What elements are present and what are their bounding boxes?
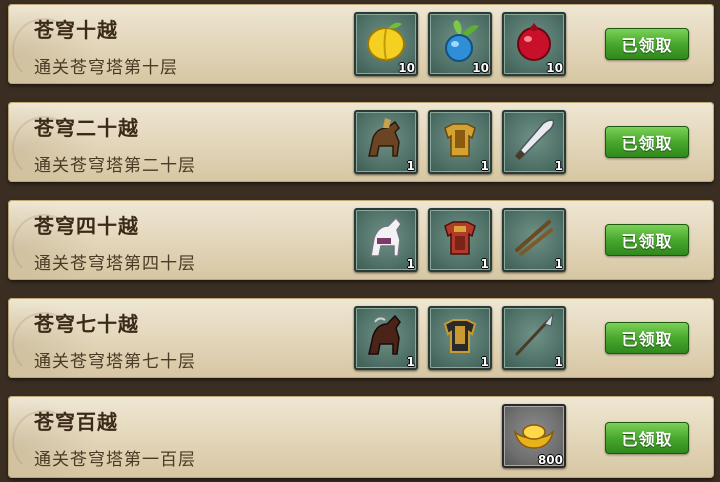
reward-item-crossed-sticks[interactable]: 1 — [502, 208, 566, 272]
item-quantity: 1 — [406, 257, 415, 271]
item-quantity: 1 — [406, 355, 415, 369]
claimed-button[interactable]: 已领取 — [605, 422, 689, 454]
reward-row: 苍穹百越 通关苍穹塔第一百层 800 已领取 — [8, 396, 714, 478]
reward-item-gold-armor[interactable]: 1 — [428, 110, 492, 174]
item-quantity: 1 — [406, 159, 415, 173]
tower-reward-list: 苍穹十越 通关苍穹塔第十层 10 10 10 已领取 苍穹二十越 通关苍穹塔第二… — [0, 0, 720, 482]
item-quantity: 1 — [480, 355, 489, 369]
claimed-button[interactable]: 已领取 — [605, 224, 689, 256]
claimed-button[interactable]: 已领取 — [605, 322, 689, 354]
reward-description: 通关苍穹塔第七十层 — [34, 352, 196, 372]
reward-item-warhorse[interactable]: 1 — [354, 110, 418, 174]
reward-item-white-horse[interactable]: 1 — [354, 208, 418, 272]
reward-item-gold-ingot[interactable]: 800 — [502, 404, 566, 468]
reward-description: 通关苍穹塔第四十层 — [34, 254, 196, 274]
reward-title: 苍穹四十越 — [34, 214, 139, 238]
item-quantity: 800 — [537, 453, 563, 467]
reward-row: 苍穹四十越 通关苍穹塔第四十层 1 1 1 已领取 — [8, 200, 714, 280]
item-quantity: 1 — [480, 159, 489, 173]
item-quantity: 1 — [554, 257, 563, 271]
reward-title: 苍穹七十越 — [34, 312, 139, 336]
reward-item-blue-radish[interactable]: 10 — [428, 12, 492, 76]
claimed-button[interactable]: 已领取 — [605, 126, 689, 158]
reward-item-yellow-fruit[interactable]: 10 — [354, 12, 418, 76]
reward-title: 苍穹二十越 — [34, 116, 139, 140]
claimed-button[interactable]: 已领取 — [605, 28, 689, 60]
reward-description: 通关苍穹塔第一百层 — [34, 450, 196, 470]
item-quantity: 10 — [472, 61, 489, 75]
item-quantity: 1 — [554, 355, 563, 369]
reward-description: 通关苍穹塔第十层 — [34, 58, 178, 78]
reward-description: 通关苍穹塔第二十层 — [34, 156, 196, 176]
item-quantity: 10 — [398, 61, 415, 75]
reward-item-dark-horse[interactable]: 1 — [354, 306, 418, 370]
reward-row: 苍穹十越 通关苍穹塔第十层 10 10 10 已领取 — [8, 4, 714, 84]
reward-item-broad-blade[interactable]: 1 — [502, 110, 566, 174]
item-quantity: 1 — [480, 257, 489, 271]
reward-title: 苍穹百越 — [34, 410, 118, 434]
reward-row: 苍穹二十越 通关苍穹塔第二十层 1 1 1 已领取 — [8, 102, 714, 182]
reward-item-black-gold-armor[interactable]: 1 — [428, 306, 492, 370]
item-quantity: 1 — [554, 159, 563, 173]
item-quantity: 10 — [546, 61, 563, 75]
reward-item-red-armor[interactable]: 1 — [428, 208, 492, 272]
reward-title: 苍穹十越 — [34, 18, 118, 42]
reward-row: 苍穹七十越 通关苍穹塔第七十层 1 1 1 已领取 — [8, 298, 714, 378]
reward-item-spear[interactable]: 1 — [502, 306, 566, 370]
reward-item-pomegranate[interactable]: 10 — [502, 12, 566, 76]
